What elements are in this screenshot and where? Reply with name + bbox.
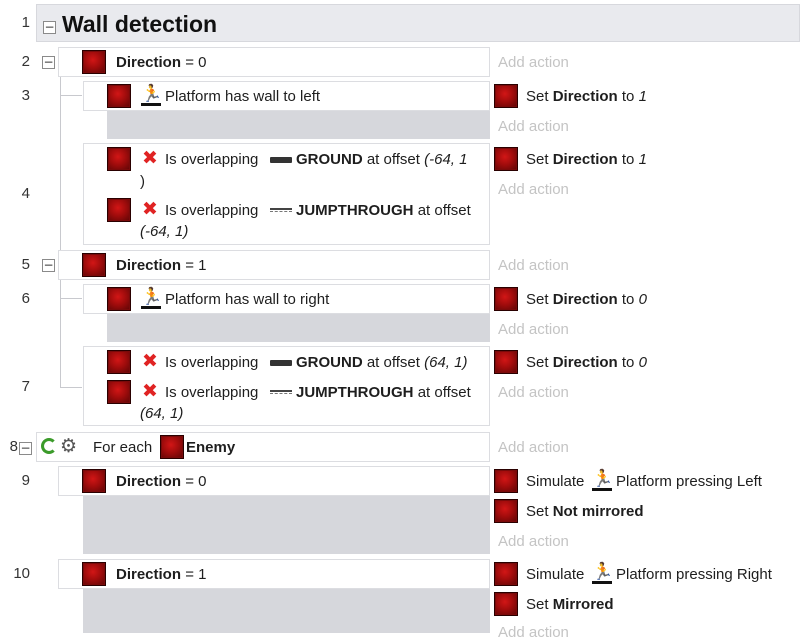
action-text[interactable]: Set Mirrored <box>526 596 614 613</box>
repeat-icon <box>41 438 57 454</box>
action-text[interactable]: Set Direction to 1 <box>526 88 647 105</box>
condition-text: JUMPTHROUGH at offset <box>296 202 471 219</box>
platform-behavior-icon: 🏃 <box>141 84 163 106</box>
line-number: 7 <box>21 378 30 395</box>
sprite-object-icon <box>494 562 518 586</box>
sprite-object-icon <box>82 469 106 493</box>
platform-behavior-icon: 🏃 <box>592 469 614 491</box>
add-action-link[interactable]: Add action <box>498 257 569 274</box>
condition-text: For each <box>93 439 153 456</box>
condition-text: Direction = 0 <box>116 54 207 71</box>
tree-connector <box>60 96 82 388</box>
condition-text: (-64, 1) <box>140 223 189 240</box>
line-number: 6 <box>21 290 30 307</box>
sprite-object-icon <box>494 350 518 374</box>
line-number: 9 <box>21 472 30 489</box>
action-text[interactable]: Simulate <box>526 473 584 490</box>
sprite-object-icon <box>107 380 131 404</box>
action-text[interactable]: Platform pressing Right <box>616 566 772 583</box>
condition-text: ) <box>140 173 145 190</box>
sprite-object-icon <box>107 350 131 374</box>
jumpthru-icon <box>270 390 292 394</box>
gear-icon: ⚙ <box>60 435 78 457</box>
sprite-object-icon <box>494 499 518 523</box>
inverted-condition-icon: ✖ <box>142 350 158 372</box>
empty-condition-area[interactable] <box>83 589 490 633</box>
collapse-toggle-icon[interactable]: − <box>19 442 32 455</box>
action-text[interactable]: Set Direction to 1 <box>526 151 647 168</box>
condition-text: GROUND at offset (64, 1) <box>296 354 468 371</box>
line-number: 4 <box>21 185 30 202</box>
condition-text: Is overlapping <box>165 151 259 168</box>
line-number: 5 <box>21 256 30 273</box>
sprite-object-icon <box>82 562 106 586</box>
action-text[interactable]: Set Direction to 0 <box>526 354 647 371</box>
condition-text: Enemy <box>186 439 236 456</box>
empty-condition-area[interactable] <box>107 314 490 342</box>
add-action-link[interactable]: Add action <box>498 118 569 135</box>
sprite-object-icon <box>107 147 131 171</box>
condition-text: Platform has wall to left <box>165 88 321 105</box>
inverted-condition-icon: ✖ <box>142 380 158 402</box>
condition-text: JUMPTHROUGH at offset <box>296 384 471 401</box>
sprite-object-icon <box>494 592 518 616</box>
sprite-object-icon <box>82 50 106 74</box>
collapse-toggle-icon[interactable]: − <box>42 56 55 69</box>
line-number: 3 <box>21 87 30 104</box>
add-action-link[interactable]: Add action <box>498 321 569 338</box>
condition-text: Platform has wall to right <box>165 291 330 308</box>
sprite-object-icon <box>494 469 518 493</box>
condition-text: Is overlapping <box>165 202 259 219</box>
condition-text: Is overlapping <box>165 354 259 371</box>
action-text[interactable]: Set Not mirrored <box>526 503 644 520</box>
line-number: 8 <box>9 438 18 455</box>
group-title: Wall detection <box>62 11 218 37</box>
collapse-toggle-icon[interactable]: − <box>42 259 55 272</box>
add-action-link[interactable]: Add action <box>498 384 569 401</box>
line-number: 1 <box>21 14 30 31</box>
tiledbg-icon <box>270 157 292 163</box>
line-number: 10 <box>13 565 30 582</box>
inverted-condition-icon: ✖ <box>142 198 158 220</box>
sprite-object-icon <box>494 287 518 311</box>
sprite-object-icon <box>82 253 106 277</box>
empty-condition-area[interactable] <box>107 111 490 139</box>
jumpthru-icon <box>270 208 292 212</box>
tiledbg-icon <box>270 360 292 366</box>
action-text[interactable]: Set Direction to 0 <box>526 291 647 308</box>
platform-behavior-icon: 🏃 <box>592 562 614 584</box>
sprite-object-icon <box>494 147 518 171</box>
add-action-link[interactable]: Add action <box>498 181 569 198</box>
condition-text: Direction = 0 <box>116 473 207 490</box>
sprite-object-icon <box>494 84 518 108</box>
collapse-toggle-icon[interactable]: − <box>43 21 56 34</box>
line-number: 2 <box>21 53 30 70</box>
sprite-object-icon <box>107 84 131 108</box>
add-action-link[interactable]: Add action <box>498 54 569 71</box>
empty-condition-area[interactable] <box>83 496 490 554</box>
condition-text: Direction = 1 <box>116 566 207 583</box>
action-text[interactable]: Simulate <box>526 566 584 583</box>
condition-text: Is overlapping <box>165 384 259 401</box>
sprite-object-icon <box>107 287 131 311</box>
platform-behavior-icon: 🏃 <box>141 287 163 309</box>
condition-text: (64, 1) <box>140 405 184 422</box>
sprite-object-icon <box>160 435 184 459</box>
sprite-object-icon <box>107 198 131 222</box>
add-action-link[interactable]: Add action <box>498 439 569 456</box>
action-text[interactable]: Platform pressing Left <box>616 473 762 490</box>
condition-text: GROUND at offset (-64, 1 <box>296 151 468 168</box>
condition-text: Direction = 1 <box>116 257 207 274</box>
inverted-condition-icon: ✖ <box>142 147 158 169</box>
add-action-link[interactable]: Add action <box>498 533 569 550</box>
